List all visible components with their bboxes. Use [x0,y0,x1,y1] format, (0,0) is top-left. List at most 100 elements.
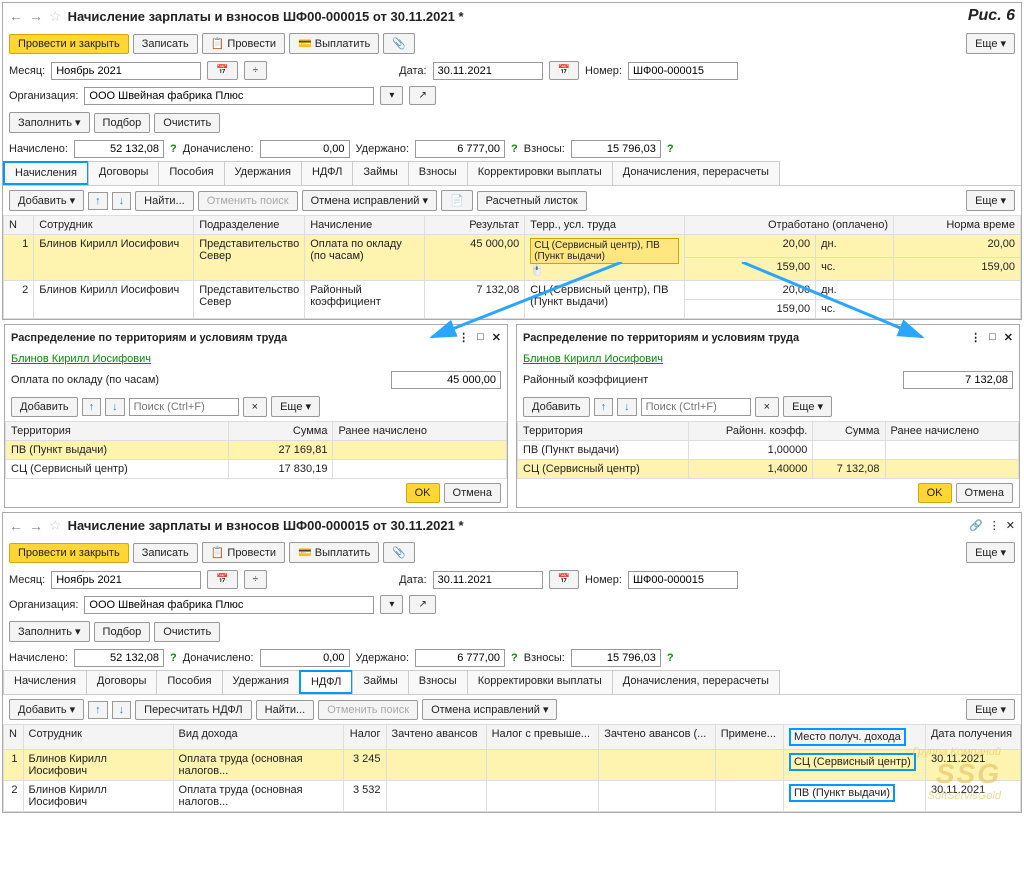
add-button-p1[interactable]: Добавить [11,397,78,417]
link-icon[interactable]: 🔗 [969,519,983,532]
clear-search-p1[interactable]: × [243,397,267,417]
post-button[interactable]: 📋 Провести [202,33,285,54]
back-icon[interactable]: ← [9,518,23,534]
tab-ndfl-2[interactable]: НДФЛ [299,670,353,694]
more-p1[interactable]: Еще ▾ [271,396,320,417]
star-icon[interactable]: ☆ [49,8,62,25]
tab-reaccruals[interactable]: Доначисления, перерасчеты [612,161,780,185]
more-button[interactable]: Еще ▾ [966,33,1015,54]
tab-accruals-2[interactable]: Начисления [3,670,87,694]
line-value-2[interactable] [903,371,1013,389]
move-down-p1[interactable]: ↓ [105,398,125,416]
number-input-2[interactable] [628,571,738,589]
menu-icon[interactable]: ⋮ [970,331,981,344]
ok-button-p1[interactable]: OK [406,483,440,503]
find-button-2[interactable]: Найти... [256,700,315,720]
date-input-2[interactable] [433,571,543,589]
accrued-input-2[interactable] [74,649,164,667]
table-row[interactable]: ПВ (Пункт выдачи)27 169,81 [6,441,507,460]
table-row[interactable]: 2 Блинов Кирилл Иосифович Оплата труда (… [4,781,1021,812]
post-button-2[interactable]: 📋 Провести [202,542,285,563]
tab-loans-2[interactable]: Займы [352,670,408,694]
org-input-2[interactable] [84,596,374,614]
tab-reaccruals-2[interactable]: Доначисления, перерасчеты [612,670,780,694]
table-row[interactable]: 1 Блинов Кирилл Иосифович Представительс… [4,235,1021,258]
date-calendar-icon[interactable]: 📅 [549,570,579,589]
help-icon[interactable]: ? [511,143,518,155]
cancel-button-p1[interactable]: Отмена [444,483,501,503]
cancel-button-p2[interactable]: Отмена [956,483,1013,503]
ndfl-table[interactable]: N Сотрудник Вид дохода Налог Зачтено ава… [3,724,1021,812]
close-icon[interactable]: ✕ [492,331,501,344]
move-down-2[interactable]: ↓ [112,701,132,719]
move-up-button[interactable]: ↑ [88,192,108,210]
accrued-input[interactable] [74,140,164,158]
star-icon[interactable]: ☆ [49,517,62,534]
search-input-p1[interactable] [129,398,239,416]
extra-input[interactable] [260,140,350,158]
help-icon[interactable]: ? [667,143,674,155]
back-icon[interactable]: ← [9,8,23,24]
more-p2[interactable]: Еще ▾ [783,396,832,417]
move-up-p2[interactable]: ↑ [594,398,614,416]
more-button-3[interactable]: Еще ▾ [966,542,1015,563]
tab-corrections[interactable]: Корректировки выплаты [467,161,613,185]
tab-deductions-2[interactable]: Удержания [222,670,300,694]
payslip-button[interactable]: Расчетный листок [477,191,587,211]
table-row[interactable]: 2 Блинов Кирилл Иосифович Представительс… [4,281,1021,300]
number-input[interactable] [628,62,738,80]
forward-icon[interactable]: → [29,8,43,24]
line-value-1[interactable] [391,371,501,389]
maximize-icon[interactable]: □ [477,331,484,344]
add-button[interactable]: Добавить ▾ [9,190,84,211]
close-icon[interactable]: ✕ [1006,519,1015,532]
accruals-table[interactable]: N Сотрудник Подразделение Начисление Рез… [3,215,1021,319]
employee-link[interactable]: Блинов Кирилл Иосифович [11,353,151,365]
clear-button-2[interactable]: Очистить [154,622,220,642]
extra-input-2[interactable] [260,649,350,667]
table-row[interactable]: СЦ (Сервисный центр)17 830,19 [6,460,507,479]
org-input[interactable] [84,87,374,105]
dist-table-2[interactable]: ТерриторияРайонн. коэфф.СуммаРанее начис… [517,421,1019,479]
attach-button[interactable]: 📎 [383,33,415,54]
month-stepper[interactable]: ÷ [244,61,268,80]
forward-icon[interactable]: → [29,518,43,534]
clear-search-p2[interactable]: × [755,397,779,417]
pick-button[interactable]: Подбор [94,113,151,133]
menu-icon[interactable]: ⋮ [458,331,469,344]
tab-accruals[interactable]: Начисления [3,161,89,185]
pay-button[interactable]: 💳 Выплатить [289,33,379,54]
pay-button-2[interactable]: 💳 Выплатить [289,542,379,563]
more-button-4[interactable]: Еще ▾ [966,699,1015,720]
attach-button-2[interactable]: 📎 [383,542,415,563]
org-open-icon[interactable]: ↗ [409,86,435,105]
withheld-input-2[interactable] [415,649,505,667]
help-icon[interactable]: ? [170,143,177,155]
ok-button-p2[interactable]: OK [918,483,952,503]
month-input[interactable] [51,62,201,80]
print-button[interactable]: 📄 [441,190,473,211]
add-button-p2[interactable]: Добавить [523,397,590,417]
cancel-fix-2[interactable]: Отмена исправлений ▾ [422,699,557,720]
date-input[interactable] [433,62,543,80]
save-button-2[interactable]: Записать [133,543,198,563]
tab-contrib[interactable]: Взносы [408,161,468,185]
move-down-p2[interactable]: ↓ [617,398,637,416]
post-and-close-button[interactable]: Провести и закрыть [9,34,129,54]
menu-icon[interactable]: ⋮ [989,519,1000,532]
terr-tooltip[interactable]: СЦ (Сервисный центр), ПВ (Пункт выдачи) [530,238,679,264]
save-button[interactable]: Записать [133,34,198,54]
tab-benefits-2[interactable]: Пособия [156,670,222,694]
move-up-p1[interactable]: ↑ [82,398,102,416]
clear-button[interactable]: Очистить [154,113,220,133]
contrib-input-2[interactable] [571,649,661,667]
tab-ndfl[interactable]: НДФЛ [301,161,353,185]
tab-corrections-2[interactable]: Корректировки выплаты [467,670,613,694]
dist-table-1[interactable]: ТерриторияСуммаРанее начислено ПВ (Пункт… [5,421,507,479]
calendar-icon[interactable]: 📅 [207,61,237,80]
org-open-icon[interactable]: ↗ [409,595,435,614]
table-row[interactable]: ПВ (Пункт выдачи)1,00000 [518,441,1019,460]
tab-contracts[interactable]: Договоры [88,161,159,185]
contrib-input[interactable] [571,140,661,158]
tab-deductions[interactable]: Удержания [224,161,302,185]
